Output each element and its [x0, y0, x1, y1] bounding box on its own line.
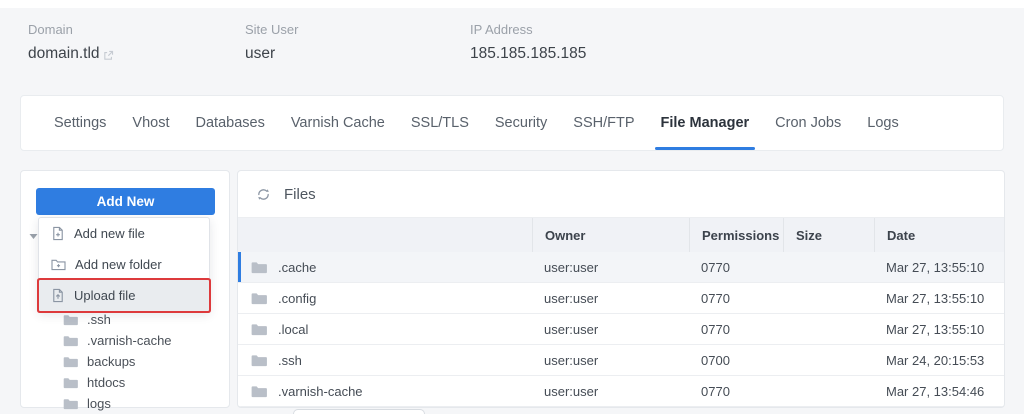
add-new-dropdown: Add new file Add new folder Upload file — [38, 217, 210, 312]
menu-item-add-new-folder[interactable]: Add new folder — [39, 249, 209, 280]
folder-icon — [63, 377, 79, 389]
column-size[interactable]: Size — [783, 218, 874, 252]
column-name — [238, 218, 532, 252]
file-permissions: 0770 — [689, 322, 783, 337]
folder-icon — [251, 323, 268, 336]
column-owner[interactable]: Owner — [532, 218, 689, 252]
menu-item-label: Add new folder — [75, 257, 162, 272]
tab-ssh-ftp[interactable]: SSH/FTP — [573, 96, 634, 150]
file-owner: user:user — [532, 322, 689, 337]
tab-databases[interactable]: Databases — [196, 96, 265, 150]
menu-item-upload-file[interactable]: Upload file — [39, 280, 209, 311]
tab-logs[interactable]: Logs — [867, 96, 898, 150]
tab-varnish-cache[interactable]: Varnish Cache — [291, 96, 385, 150]
tab-security[interactable]: Security — [495, 96, 547, 150]
files-panel: Files Owner Permissions Size Date .cache… — [237, 170, 1005, 408]
file-date: Mar 27, 13:55:10 — [874, 291, 1004, 306]
tree-item-varnish-cache[interactable]: .varnish-cache — [21, 330, 229, 351]
file-date: Mar 27, 13:54:46 — [874, 384, 1004, 399]
tree-item-label: htdocs — [87, 375, 125, 390]
domain-value: domain.tld — [28, 45, 100, 63]
file-name: .ssh — [278, 353, 302, 368]
file-owner: user:user — [532, 291, 689, 306]
tree-item-label: .varnish-cache — [87, 333, 172, 348]
tree-item-backups[interactable]: backups — [21, 351, 229, 372]
ip-value: 185.185.185.185 — [470, 45, 586, 63]
folder-icon — [63, 314, 79, 326]
add-new-button[interactable]: Add New — [36, 188, 215, 215]
top-strip — [0, 0, 1024, 8]
file-name: .cache — [278, 260, 316, 275]
table-row[interactable]: .config user:user 0770 Mar 27, 13:55:10 — [238, 283, 1004, 314]
table-row[interactable]: .cache user:user 0770 Mar 27, 13:55:10 — [238, 252, 1004, 283]
menu-item-label: Add new file — [74, 226, 145, 241]
tree-item-label: backups — [87, 354, 135, 369]
tab-vhost[interactable]: Vhost — [132, 96, 169, 150]
files-panel-header: Files — [238, 171, 1004, 218]
domain-info: Domain domain.tld — [28, 22, 245, 63]
file-name: .varnish-cache — [278, 384, 363, 399]
file-date: Mar 27, 13:55:10 — [874, 260, 1004, 275]
ip-label: IP Address — [470, 22, 586, 37]
files-panel-title: Files — [284, 186, 316, 203]
folder-icon — [63, 398, 79, 410]
tree-item-ssh[interactable]: .ssh — [21, 309, 229, 330]
tab-settings[interactable]: Settings — [54, 96, 106, 150]
folder-icon — [251, 354, 268, 367]
folder-icon — [63, 356, 79, 368]
menu-item-label: Upload file — [74, 288, 135, 303]
tree-item-logs[interactable]: logs — [21, 393, 229, 414]
folder-icon — [251, 261, 268, 274]
folder-icon — [63, 335, 79, 347]
file-permissions: 0700 — [689, 353, 783, 368]
file-name: .local — [278, 322, 308, 337]
domain-label: Domain — [28, 22, 245, 37]
external-link-icon[interactable] — [103, 50, 114, 61]
caret-down-icon[interactable] — [29, 227, 38, 245]
tree-item-label: logs — [87, 396, 111, 411]
folder-icon — [251, 292, 268, 305]
menu-item-add-new-file[interactable]: Add new file — [39, 218, 209, 249]
folder-icon — [251, 385, 268, 398]
tab-bar: Settings Vhost Databases Varnish Cache S… — [20, 95, 1004, 151]
site-user-info: Site User user — [245, 22, 470, 63]
file-date: Mar 27, 13:55:10 — [874, 322, 1004, 337]
folder-plus-icon — [51, 258, 66, 271]
tree-item-htdocs[interactable]: htdocs — [21, 372, 229, 393]
file-owner: user:user — [532, 384, 689, 399]
partial-bottom-element — [293, 409, 425, 414]
file-plus-icon — [51, 226, 65, 241]
column-permissions[interactable]: Permissions — [689, 218, 783, 252]
tab-file-manager[interactable]: File Manager — [661, 96, 750, 150]
site-user-label: Site User — [245, 22, 470, 37]
table-row[interactable]: .ssh user:user 0700 Mar 24, 20:15:53 — [238, 345, 1004, 376]
ip-info: IP Address 185.185.185.185 — [470, 22, 586, 63]
cloud-panel-screen: Domain domain.tld Site User user IP Addr… — [0, 0, 1024, 414]
table-row[interactable]: .varnish-cache user:user 0770 Mar 27, 13… — [238, 376, 1004, 407]
tree-item-label: .ssh — [87, 312, 111, 327]
file-permissions: 0770 — [689, 260, 783, 275]
file-owner: user:user — [532, 353, 689, 368]
files-table-header: Owner Permissions Size Date — [238, 218, 1004, 252]
file-permissions: 0770 — [689, 384, 783, 399]
tab-ssl-tls[interactable]: SSL/TLS — [411, 96, 469, 150]
refresh-icon[interactable] — [256, 187, 271, 202]
table-row[interactable]: .local user:user 0770 Mar 27, 13:55:10 — [238, 314, 1004, 345]
column-date[interactable]: Date — [874, 218, 1004, 252]
tab-cron-jobs[interactable]: Cron Jobs — [775, 96, 841, 150]
file-upload-icon — [51, 288, 65, 303]
file-permissions: 0770 — [689, 291, 783, 306]
file-name: .config — [278, 291, 316, 306]
file-owner: user:user — [532, 260, 689, 275]
file-date: Mar 24, 20:15:53 — [874, 353, 1004, 368]
site-header: Domain domain.tld Site User user IP Addr… — [28, 22, 586, 63]
site-user-value: user — [245, 45, 470, 63]
folder-tree: .ssh .varnish-cache backups htdocs logs — [21, 309, 229, 414]
